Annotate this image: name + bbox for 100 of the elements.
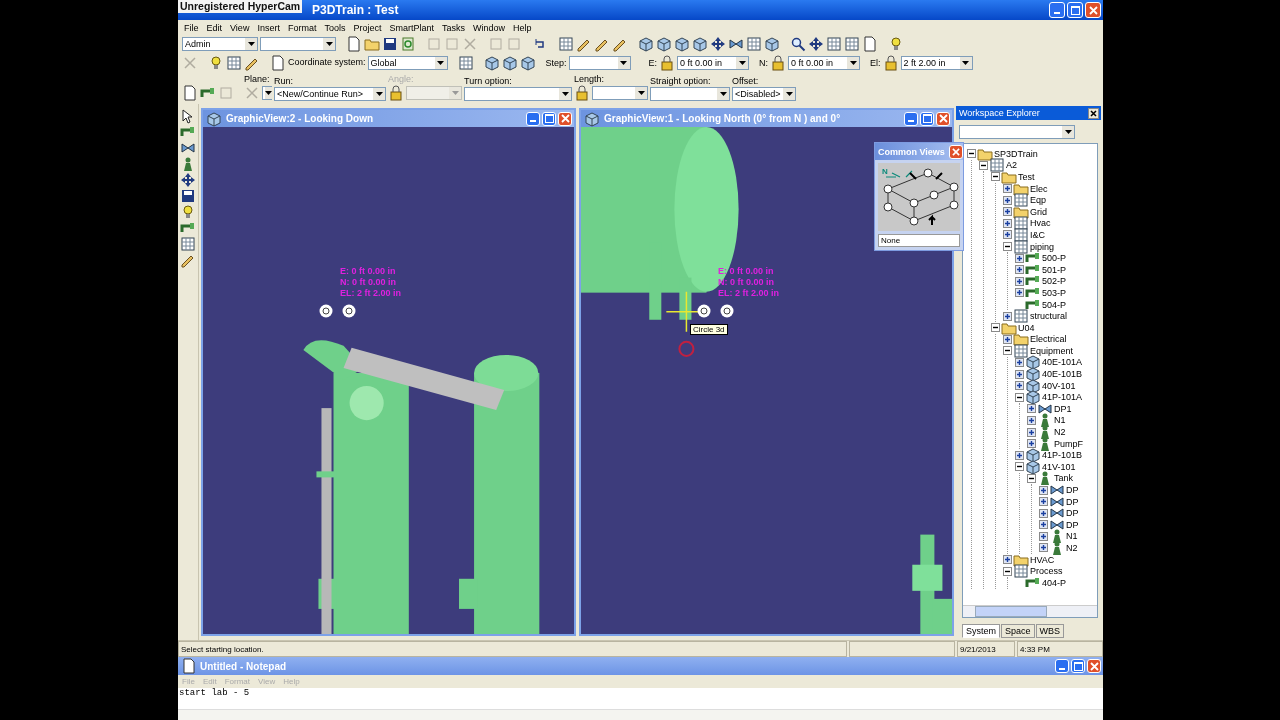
view-name-field[interactable]: None <box>878 234 960 247</box>
cube-icon[interactable] <box>638 36 654 52</box>
tab[interactable]: Space <box>1001 624 1035 638</box>
menu-item[interactable]: Insert <box>253 22 284 33</box>
tree-item[interactable]: 40V-101 <box>1015 379 1076 392</box>
tree-item[interactable]: Tank <box>1027 472 1073 485</box>
collapse-icon[interactable] <box>1003 242 1012 252</box>
valve-icon[interactable] <box>728 36 744 52</box>
cube-icon[interactable] <box>519 54 536 71</box>
expand-icon[interactable] <box>1015 265 1024 275</box>
tree-item[interactable]: Elec <box>1003 182 1048 195</box>
minimize-button[interactable] <box>526 111 540 126</box>
collapse-icon[interactable] <box>1015 462 1024 472</box>
lock-icon[interactable] <box>882 54 899 71</box>
tree-item[interactable]: DP <box>1039 495 1079 508</box>
expand-icon[interactable] <box>1015 369 1024 379</box>
minimize-button[interactable] <box>1049 2 1065 18</box>
tree-item[interactable]: 40E-101B <box>1015 368 1083 380</box>
page-icon[interactable] <box>346 36 362 52</box>
maximize-button[interactable] <box>542 111 556 126</box>
tree-item[interactable]: Grid <box>1003 205 1047 218</box>
tree-item[interactable]: HVAC <box>1003 553 1055 566</box>
collapse-icon[interactable] <box>991 323 1000 333</box>
tree-item[interactable]: 501-P <box>1015 263 1067 276</box>
cube-icon[interactable] <box>674 36 690 52</box>
menu-item[interactable]: Project <box>349 22 386 33</box>
menu-item[interactable]: View <box>226 22 254 33</box>
tree-item[interactable]: DP <box>1039 484 1079 496</box>
menu-item[interactable]: SmartPlant <box>385 22 438 33</box>
page-icon[interactable] <box>270 54 286 71</box>
option-dropdown[interactable]: <New/Continue Run> <box>274 87 386 101</box>
expand-icon[interactable] <box>1039 520 1048 530</box>
bulb-icon[interactable] <box>180 204 196 220</box>
expand-icon[interactable] <box>1015 358 1024 367</box>
move-icon[interactable] <box>180 172 196 188</box>
page-icon[interactable] <box>862 36 878 52</box>
expand-icon[interactable] <box>1027 439 1036 449</box>
expand-icon[interactable] <box>1003 311 1012 321</box>
value-field[interactable] <box>406 86 462 100</box>
search-icon[interactable] <box>790 36 806 52</box>
expand-icon[interactable] <box>1039 485 1048 495</box>
expand-icon[interactable] <box>1027 415 1036 425</box>
tree-item[interactable]: Electrical <box>1003 333 1067 346</box>
collapse-icon[interactable] <box>967 149 976 159</box>
tree-item[interactable]: DP <box>1039 507 1079 519</box>
bulb-icon[interactable] <box>888 36 904 52</box>
minimize-button[interactable] <box>904 111 918 126</box>
tree-item[interactable]: U04 <box>991 321 1035 334</box>
expand-icon[interactable] <box>1003 218 1012 228</box>
maximize-button[interactable] <box>1071 659 1085 673</box>
expand-icon[interactable] <box>1003 555 1012 565</box>
expand-icon[interactable] <box>1003 334 1012 344</box>
coordinate-field[interactable]: 2 ft 2.00 in <box>900 55 973 70</box>
expand-icon[interactable] <box>1015 381 1024 391</box>
tree-item[interactable]: 41P-101B <box>1015 449 1083 462</box>
grid-icon[interactable] <box>226 54 242 71</box>
expand-icon[interactable] <box>1003 184 1012 194</box>
step-dropdown[interactable] <box>568 55 631 70</box>
lock-icon[interactable] <box>388 85 404 101</box>
page-icon[interactable] <box>182 85 198 101</box>
lock-icon[interactable] <box>770 54 787 71</box>
expand-icon[interactable] <box>1027 427 1036 437</box>
tree-item[interactable]: structural <box>1003 310 1067 322</box>
tree-item[interactable]: Eqp <box>1003 194 1046 206</box>
lock-icon[interactable] <box>659 54 676 71</box>
cube-icon[interactable] <box>483 54 500 71</box>
scrollbar[interactable] <box>963 605 1097 617</box>
coordinate-field[interactable]: 0 ft 0.00 in <box>677 55 750 70</box>
expand-icon[interactable] <box>1015 253 1024 263</box>
cube-icon[interactable] <box>656 36 672 52</box>
tree-item[interactable]: SP3DTrain <box>967 148 1038 160</box>
collapse-icon[interactable] <box>1003 346 1012 356</box>
grid-icon[interactable] <box>180 236 196 252</box>
tree-item[interactable]: 41P-101A <box>1015 391 1083 404</box>
tree-item[interactable]: Hvac <box>1003 217 1051 230</box>
collapse-icon[interactable] <box>1027 473 1036 483</box>
tree-item[interactable]: 41V-101 <box>1015 461 1076 473</box>
close-button[interactable] <box>1088 107 1099 119</box>
tab[interactable]: System <box>962 624 1000 638</box>
tree-item[interactable]: 504-P <box>1015 298 1067 311</box>
expand-icon[interactable] <box>1027 404 1036 414</box>
collapse-icon[interactable] <box>991 172 1000 182</box>
snap-point-icon[interactable] <box>697 304 711 318</box>
grid-icon[interactable] <box>457 54 474 71</box>
expand-icon[interactable] <box>1039 531 1048 541</box>
expand-icon[interactable] <box>1003 195 1012 205</box>
tree-item[interactable]: N2 <box>1027 426 1066 438</box>
value-field[interactable] <box>592 86 648 100</box>
tree-item[interactable]: I&C <box>1003 229 1045 241</box>
option-dropdown[interactable]: <Disabled> <box>732 87 796 101</box>
filter-dropdown[interactable] <box>260 37 336 51</box>
menu-item[interactable]: Tools <box>320 22 350 33</box>
tree-item[interactable]: Equipment <box>1003 345 1074 357</box>
menu-item[interactable]: Edit <box>202 22 227 33</box>
tree-item[interactable]: PumpF <box>1027 437 1083 450</box>
expand-icon[interactable] <box>1015 288 1024 298</box>
tree-item[interactable]: Test <box>991 171 1035 183</box>
collapse-icon[interactable] <box>979 160 988 170</box>
tree-item[interactable]: N1 <box>1027 414 1066 427</box>
snap-point-icon[interactable] <box>342 304 356 318</box>
